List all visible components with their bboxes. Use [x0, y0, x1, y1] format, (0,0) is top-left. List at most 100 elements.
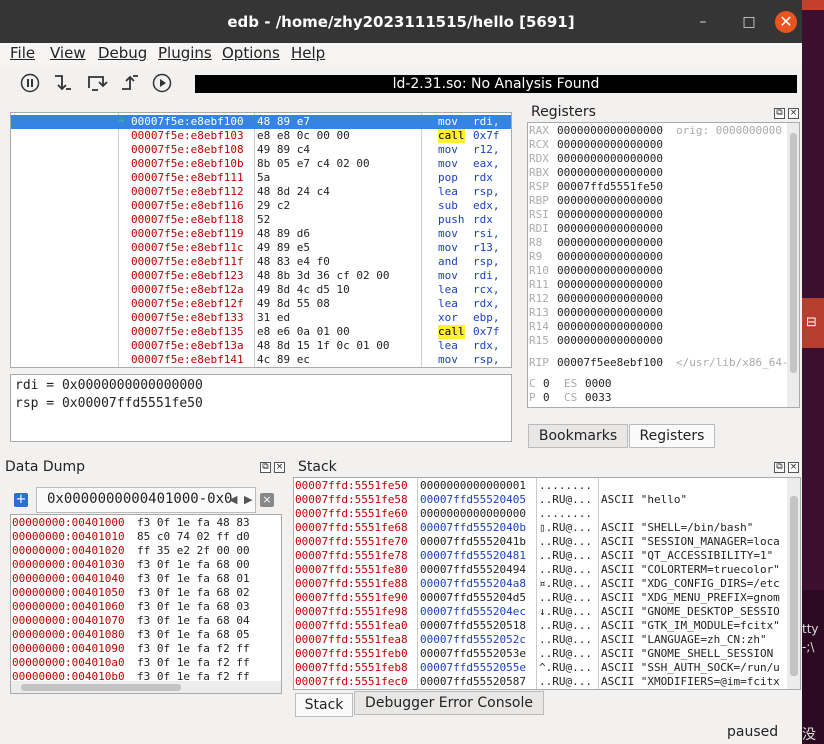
stack-row[interactable]: 00007ffd:5551fe78 00007ffd55520481 ..RU@..…: [294, 549, 786, 563]
stack-row[interactable]: 00007ffd:5551feb0 00007ffd5552053e ..RU@..…: [294, 647, 786, 661]
stack-chars: ..RU@...: [539, 549, 592, 562]
stack-row[interactable]: 00007ffd:5551fe88 00007ffd555204a8 ¤.RU@..…: [294, 577, 786, 591]
disasm-row[interactable]: 00007f5e:e8ebf108 49 89 c4 mov r12,: [11, 143, 511, 157]
register-row[interactable]: RIP 00007f5ee8ebf100 </usr/lib/x86_64-: [528, 356, 789, 370]
register-row[interactable]: RDI 0000000000000000: [528, 222, 788, 236]
registers-view[interactable]: RAX 0000000000000000 orig: 0000000000 RCX 00…: [527, 122, 800, 408]
stack-row[interactable]: 00007ffd:5551fe60 0000000000000000.......…: [294, 507, 786, 521]
disassembly-view[interactable]: ➜ 00007f5e:e8ebf100 48 89 e7 mov rdi, 00007f5…: [10, 112, 512, 368]
stack-row[interactable]: 00007ffd:5551feb8 00007ffd5552055e ^.RU@..…: [294, 661, 786, 675]
dump-row[interactable]: 00000000:00401030 f3 0f 1e fa 68 00: [11, 558, 281, 572]
dump-row[interactable]: 00000000:00401090 f3 0f 1e fa f2 ff: [11, 642, 281, 656]
step-over-icon[interactable]: [86, 72, 108, 94]
disasm-row[interactable]: 00007f5e:e8ebf103 e8 e8 0c 00 00 call 0x7f: [11, 129, 511, 143]
register-row[interactable]: RSP 00007ffd5551fe50: [528, 180, 788, 194]
datadump-hscrollbar[interactable]: [11, 681, 281, 693]
maximize-button[interactable]: □: [738, 11, 760, 33]
menu-options[interactable]: Options: [222, 44, 280, 62]
register-row[interactable]: R9 0000000000000000: [528, 250, 788, 264]
step-into-icon[interactable]: [52, 72, 74, 94]
dump-row[interactable]: 00000000:00401020 ff 35 e2 2f 00 00: [11, 544, 281, 558]
flag-row[interactable]: P 0 CS 0033: [528, 391, 788, 405]
disasm-row[interactable]: 00007f5e:e8ebf11f 48 83 e4 f0 and rsp,: [11, 255, 511, 269]
menu-plugins[interactable]: Plugins: [158, 44, 212, 62]
float-icon[interactable]: ⧉: [260, 462, 271, 473]
flag-row[interactable]: C 0 ES 0000: [528, 377, 788, 391]
close-panel-icon[interactable]: ×: [274, 462, 285, 473]
menu-help[interactable]: Help: [291, 44, 325, 62]
registers-scrollbar[interactable]: [787, 123, 799, 407]
tab-bookmarks[interactable]: Bookmarks: [528, 424, 628, 448]
tab-scroll-right-icon[interactable]: ▶: [244, 493, 252, 506]
register-row[interactable]: R8 0000000000000000: [528, 236, 788, 250]
pause-icon[interactable]: [19, 72, 41, 94]
run-icon[interactable]: [151, 72, 173, 94]
tab-datadump-range[interactable]: 0x0000000000401000-0x0: [36, 487, 256, 513]
register-row[interactable]: R15 0000000000000000: [528, 334, 788, 348]
datadump-view[interactable]: 00000000:00401000 f3 0f 1e fa 48 83 000000…: [10, 514, 282, 694]
disasm-row[interactable]: 00007f5e:e8ebf111 5a pop rdx: [11, 171, 511, 185]
tab-registers[interactable]: Registers: [629, 424, 715, 448]
stack-scrollbar[interactable]: [787, 478, 800, 689]
menu-debug[interactable]: Debug: [98, 44, 147, 62]
disasm-row[interactable]: 00007f5e:e8ebf119 48 89 d6 mov rsi,: [11, 227, 511, 241]
dump-row[interactable]: 00000000:00401080 f3 0f 1e fa 68 05: [11, 628, 281, 642]
close-button[interactable]: ✕: [775, 11, 797, 33]
dump-row[interactable]: 00000000:00401050 f3 0f 1e fa 68 02: [11, 586, 281, 600]
register-row[interactable]: R14 0000000000000000: [528, 320, 788, 334]
disasm-row[interactable]: 00007f5e:e8ebf123 48 8b 3d 36 cf 02 00 mov…: [11, 269, 511, 283]
stack-row[interactable]: 00007ffd:5551fe90 00007ffd555204d5 ..RU@..…: [294, 591, 786, 605]
stack-row[interactable]: 00007ffd:5551fe58 00007ffd55520405 ..RU@..…: [294, 493, 786, 507]
disasm-row[interactable]: 00007f5e:e8ebf118 52 push rdx: [11, 213, 511, 227]
stack-view[interactable]: 00007ffd:5551fe50 0000000000000001.......…: [293, 477, 801, 690]
menu-view[interactable]: View: [50, 44, 86, 62]
register-row[interactable]: RAX 0000000000000000 orig: 0000000000: [528, 124, 788, 138]
float-icon[interactable]: ⧉: [774, 462, 785, 473]
float-icon[interactable]: ⧉: [774, 108, 785, 119]
tab-debugger-error-console[interactable]: Debugger Error Console: [354, 691, 544, 715]
disasm-row[interactable]: 00007f5e:e8ebf13a 48 8d 15 1f 0c 01 00 lea…: [11, 339, 511, 353]
register-row[interactable]: RSI 0000000000000000: [528, 208, 788, 222]
stack-row[interactable]: 00007ffd:5551fe70 00007ffd5552041b ..RU@..…: [294, 535, 786, 549]
step-out-icon[interactable]: [119, 72, 141, 94]
stack-row[interactable]: 00007ffd:5551fe80 00007ffd55520494 ..RU@..…: [294, 563, 786, 577]
disasm-row[interactable]: 00007f5e:e8ebf112 48 8d 24 c4 lea rsp,: [11, 185, 511, 199]
dump-row[interactable]: 00000000:00401000 f3 0f 1e fa 48 83: [11, 516, 281, 530]
dump-row[interactable]: 00000000:004010a0 f3 0f 1e fa f2 ff: [11, 656, 281, 670]
tab-scroll-left-icon[interactable]: ◀: [229, 493, 237, 506]
register-row[interactable]: R13 0000000000000000: [528, 306, 788, 320]
disasm-row[interactable]: 00007f5e:e8ebf11c 49 89 e5 mov r13,: [11, 241, 511, 255]
disasm-row[interactable]: 00007f5e:e8ebf141 4c 89 ec mov rsp,: [11, 353, 511, 367]
register-row[interactable]: R10 0000000000000000: [528, 264, 788, 278]
stack-row[interactable]: 00007ffd:5551fea0 00007ffd55520518 ..RU@..…: [294, 619, 786, 633]
minimize-button[interactable]: –: [692, 11, 714, 33]
disasm-row[interactable]: 00007f5e:e8ebf10b 8b 05 e7 c4 02 00 mov eax…: [11, 157, 511, 171]
close-tab-icon[interactable]: ×: [260, 493, 274, 507]
close-panel-icon[interactable]: ×: [788, 108, 799, 119]
stack-row[interactable]: 00007ffd:5551fe98 00007ffd555204ec ↓.RU@..…: [294, 605, 786, 619]
register-row[interactable]: R12 0000000000000000: [528, 292, 788, 306]
disasm-row[interactable]: 00007f5e:e8ebf135 e8 e6 0a 01 00 call 0x7f: [11, 325, 511, 339]
stack-row[interactable]: 00007ffd:5551fe68 00007ffd5552040b ▯.RU@..…: [294, 521, 786, 535]
stack-row[interactable]: 00007ffd:5551fe50 0000000000000001.......…: [294, 479, 786, 493]
register-row[interactable]: RCX 0000000000000000: [528, 138, 788, 152]
disasm-row[interactable]: 00007f5e:e8ebf12a 49 8d 4c d5 10 lea rcx,: [11, 283, 511, 297]
menu-file[interactable]: File: [10, 44, 35, 62]
disasm-row[interactable]: ➜ 00007f5e:e8ebf100 48 89 e7 mov rdi,: [11, 115, 511, 129]
disasm-row[interactable]: 00007f5e:e8ebf12f 49 8d 55 08 lea rdx,: [11, 297, 511, 311]
close-panel-icon[interactable]: ×: [788, 462, 799, 473]
stack-row[interactable]: 00007ffd:5551fea8 00007ffd5552052c ..RU@..…: [294, 633, 786, 647]
dump-row[interactable]: 00000000:00401040 f3 0f 1e fa 68 01: [11, 572, 281, 586]
dump-row[interactable]: 00000000:00401070 f3 0f 1e fa 68 04: [11, 614, 281, 628]
register-row[interactable]: RDX 0000000000000000: [528, 152, 788, 166]
tab-stack[interactable]: Stack: [295, 693, 353, 717]
stack-row[interactable]: 00007ffd:5551fec0 00007ffd55520587 ..RU@..…: [294, 675, 786, 689]
dump-row[interactable]: 00000000:00401060 f3 0f 1e fa 68 03: [11, 600, 281, 614]
register-row[interactable]: R11 0000000000000000: [528, 278, 788, 292]
disasm-row[interactable]: 00007f5e:e8ebf116 29 c2 sub edx,: [11, 199, 511, 213]
disasm-row[interactable]: 00007f5e:e8ebf133 31 ed xor ebp,: [11, 311, 511, 325]
register-row[interactable]: RBX 0000000000000000: [528, 166, 788, 180]
add-tab-icon[interactable]: +: [14, 493, 28, 507]
register-row[interactable]: RBP 0000000000000000: [528, 194, 788, 208]
dump-row[interactable]: 00000000:00401010 85 c0 74 02 ff d0: [11, 530, 281, 544]
